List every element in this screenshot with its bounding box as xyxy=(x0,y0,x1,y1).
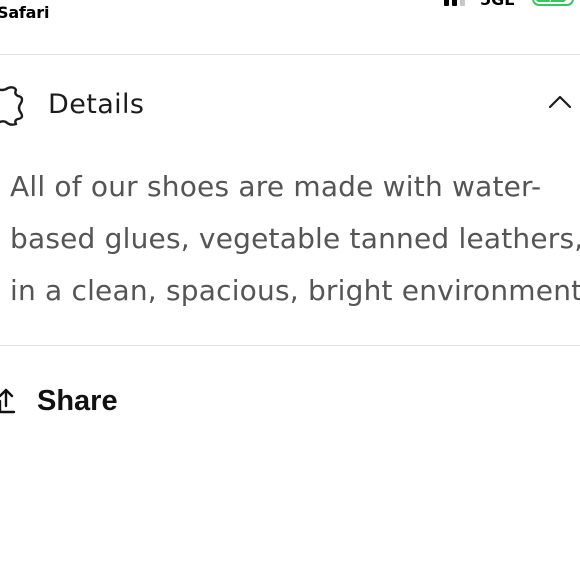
chevron-up-icon[interactable] xyxy=(547,94,573,110)
back-to-app-link[interactable]: Safari xyxy=(0,3,49,22)
details-content: All of our shoes are made with water- ba… xyxy=(10,161,580,317)
status-indicators: 5GE xyxy=(440,0,580,9)
divider xyxy=(0,345,580,346)
network-type-label: 5GE xyxy=(480,0,515,9)
divider xyxy=(0,54,580,55)
share-label: Share xyxy=(37,385,118,417)
share-button[interactable]: Share xyxy=(0,378,200,428)
signal-bars-icon xyxy=(444,0,465,6)
details-title: Details xyxy=(48,89,145,120)
details-text-line: based glues, vegetable tanned leathers, xyxy=(10,222,580,255)
details-text-line: in a clean, spacious, bright environment… xyxy=(10,274,580,307)
status-bar: Safari 5GE xyxy=(0,0,580,54)
details-text-line: All of our shoes are made with water- xyxy=(10,170,542,203)
share-icon xyxy=(0,388,16,414)
battery-charging-icon xyxy=(532,0,574,6)
leather-hide-icon xyxy=(0,86,24,126)
details-accordion-header[interactable]: Details xyxy=(0,76,580,134)
